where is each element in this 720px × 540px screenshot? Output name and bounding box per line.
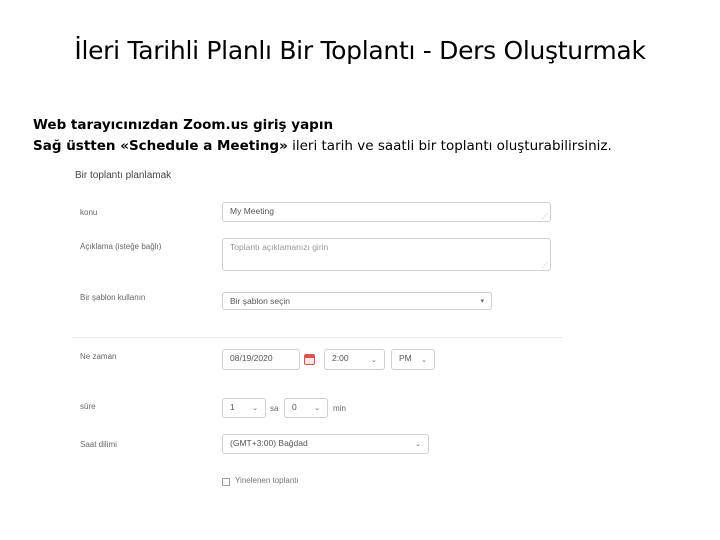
chevron-down-icon: ⌄ <box>415 441 421 448</box>
intro-line-2-suffix: ileri tarih ve saatli bir toplantı oluşt… <box>287 138 612 154</box>
topic-value: My Meeting <box>230 206 274 216</box>
resize-handle-icon[interactable]: ⋰ <box>542 263 548 269</box>
duration-hours-value: 1 <box>230 402 235 412</box>
duration-minutes-value: 0 <box>292 402 297 412</box>
template-select[interactable]: Bir şablon seçin ▾ <box>222 292 492 310</box>
chevron-down-icon: ⌄ <box>252 405 258 412</box>
minutes-unit: min <box>333 404 346 413</box>
calendar-icon[interactable] <box>304 354 315 365</box>
duration-minutes-select[interactable]: 0 ⌄ <box>284 398 328 418</box>
when-label: Ne zaman <box>80 352 117 361</box>
chevron-down-icon: ▾ <box>480 298 484 305</box>
recurring-label: Yinelenen toplantı <box>235 476 299 485</box>
chevron-down-icon: ⌄ <box>421 356 427 364</box>
timezone-value: (GMT+3:00) Bağdad <box>230 438 308 448</box>
resize-handle-icon[interactable]: ⋰ <box>542 214 548 220</box>
intro-text: Web tarayıcınızdan Zoom.us giriş yapın S… <box>33 115 612 157</box>
timezone-select[interactable]: (GMT+3:00) Bağdad ⌄ <box>222 434 429 454</box>
topic-input[interactable]: My Meeting ⋰ <box>222 202 551 222</box>
section-divider <box>72 337 562 338</box>
description-textarea[interactable]: Toplantı açıklamanızı girin ⋰ <box>222 238 551 271</box>
description-label: Açıklama (isteğe bağlı) <box>80 242 162 251</box>
intro-line-2-prefix: Sağ üstten <box>33 138 121 154</box>
chevron-down-icon: ⌄ <box>371 356 377 364</box>
ampm-value: PM <box>399 353 412 363</box>
description-placeholder: Toplantı açıklamanızı girin <box>230 242 329 252</box>
schedule-meeting-screenshot: Bir toplantı planlamak konu My Meeting ⋰… <box>62 162 572 502</box>
ampm-select[interactable]: PM ⌄ <box>391 349 435 370</box>
recurring-checkbox[interactable] <box>222 478 230 486</box>
form-heading: Bir toplantı planlamak <box>75 170 172 181</box>
intro-line-2-bold: «Schedule a Meeting» <box>120 138 288 154</box>
intro-line-2: Sağ üstten «Schedule a Meeting» ileri ta… <box>33 136 612 157</box>
chevron-down-icon: ⌄ <box>314 405 320 412</box>
topic-label: konu <box>80 208 98 217</box>
duration-label: süre <box>80 402 96 411</box>
duration-hours-select[interactable]: 1 ⌄ <box>222 398 266 418</box>
time-value: 2:00 <box>332 353 349 363</box>
template-value: Bir şablon seçin <box>230 296 291 306</box>
date-input[interactable]: 08/19/2020 <box>222 349 300 370</box>
slide-title: İleri Tarihli Planlı Bir Toplantı - Ders… <box>74 36 646 65</box>
date-value: 08/19/2020 <box>230 353 273 363</box>
time-select[interactable]: 2:00 ⌄ <box>324 349 385 370</box>
template-label: Bir şablon kullanın <box>80 293 146 302</box>
hours-unit: sa <box>270 404 279 413</box>
timezone-label: Saat dilimi <box>80 440 117 449</box>
intro-line-1: Web tarayıcınızdan Zoom.us giriş yapın <box>33 117 334 133</box>
